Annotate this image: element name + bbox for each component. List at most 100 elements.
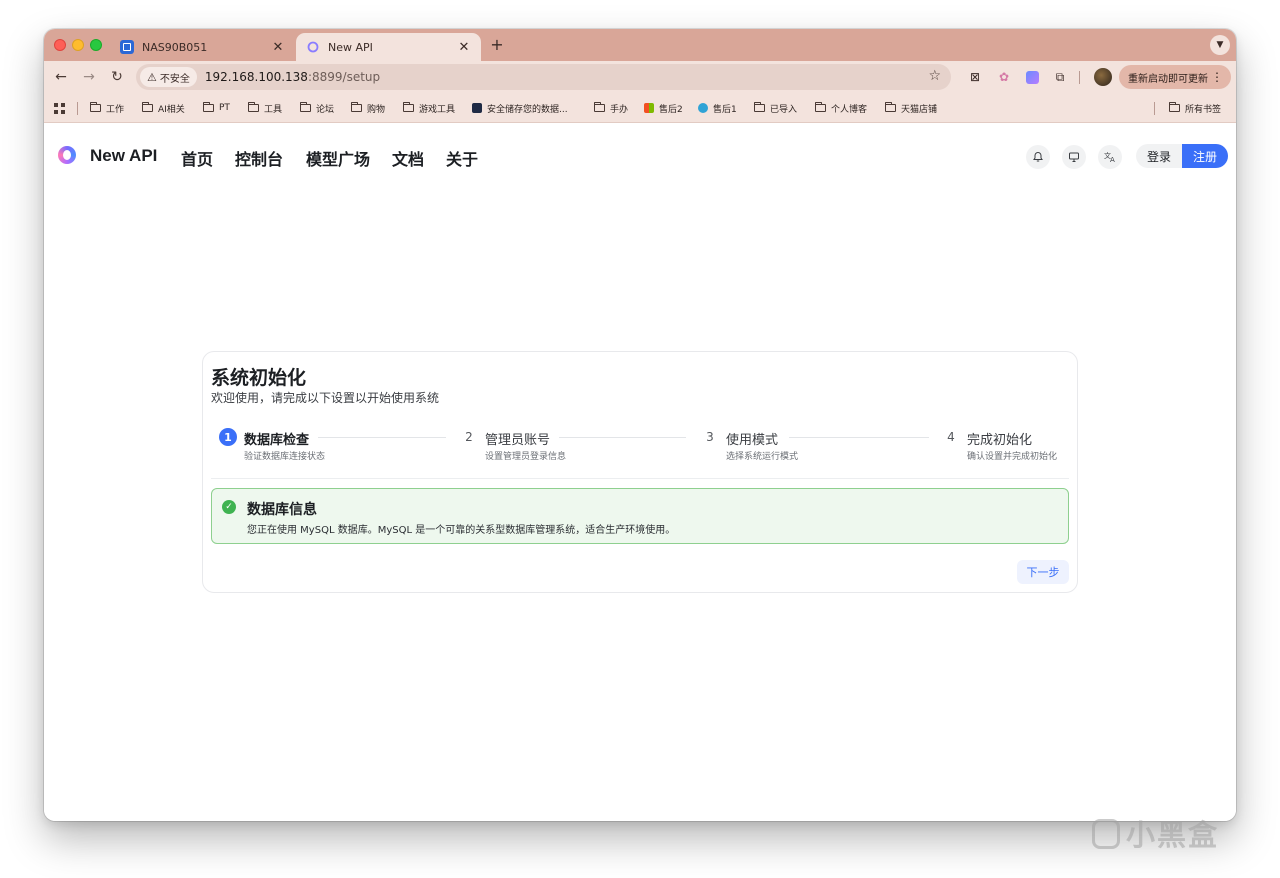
setup-card: 系统初始化 欢迎使用，请完成以下设置以开始使用系统 1 数据库检查 验证数据库连… (202, 351, 1078, 593)
new-api-logo-icon (306, 40, 320, 54)
folder-icon (90, 102, 101, 112)
nav-home[interactable]: 首页 (181, 146, 213, 170)
bell-icon[interactable] (1026, 145, 1050, 169)
folder-icon (754, 102, 765, 112)
monitor-icon[interactable] (1062, 145, 1086, 169)
back-arrow-icon[interactable]: ← (52, 68, 70, 86)
folder-icon (203, 102, 214, 112)
step-connector (559, 437, 686, 438)
step-label: 管理员账号 (485, 433, 551, 448)
browser-tab-new-api[interactable]: New API ✕ (296, 33, 481, 61)
bookmark-folder[interactable]: 个人博客 (815, 101, 867, 115)
bookmark-link[interactable]: 安全储存您的数据... (472, 101, 568, 115)
extension-icon[interactable]: ✿ (996, 69, 1012, 85)
step-database-check: 1 数据库检查 验证数据库连接状态 (219, 428, 325, 462)
security-indicator[interactable]: ⚠ 不安全 (140, 67, 197, 87)
nas-icon (120, 40, 134, 54)
bookmarks-bar: 工作 AI相关 PT 工具 论坛 购物 游戏工具 安全储存您的数据... 手办 … (44, 93, 1236, 123)
update-button[interactable]: 重新启动即可更新 ⋮ (1119, 65, 1231, 89)
folder-icon (815, 102, 826, 112)
tab-title: New API (328, 40, 373, 54)
shield-icon (472, 103, 482, 113)
watermark: 小黑盒 (1092, 812, 1219, 854)
bookmark-folder[interactable]: 已导入 (754, 101, 797, 115)
bookmark-folder[interactable]: 游戏工具 (403, 101, 455, 115)
minimize-window-button[interactable] (72, 39, 84, 51)
extension-icon[interactable] (1024, 69, 1040, 85)
bookmark-folder[interactable]: 工具 (248, 101, 282, 115)
next-step-button[interactable]: 下一步 (1017, 560, 1069, 584)
service-icon (698, 103, 708, 113)
update-label: 重新启动即可更新 (1128, 73, 1208, 85)
url-path: :8899/setup (307, 70, 381, 84)
close-window-button[interactable] (54, 39, 66, 51)
folder-icon (300, 102, 311, 112)
page-title: 系统初始化 (211, 367, 307, 389)
folder-icon (142, 102, 153, 112)
all-bookmarks[interactable]: 所有书签 (1169, 101, 1221, 115)
nav-about[interactable]: 关于 (446, 146, 478, 170)
apps-grid-icon[interactable] (54, 103, 65, 114)
bookmark-link[interactable]: 售后1 (698, 101, 737, 115)
address-bar[interactable]: ⚠ 不安全 192.168.100.138 :8899/setup ☆ (136, 64, 951, 90)
new-api-logo-icon[interactable] (58, 146, 76, 164)
step-label: 完成初始化 (967, 433, 1033, 448)
folder-icon (885, 102, 896, 112)
bookmark-folder[interactable]: 天猫店铺 (885, 101, 937, 115)
step-finish-init: 4 完成初始化 确认设置并完成初始化 (942, 428, 1062, 462)
folder-icon (403, 102, 414, 112)
database-info-banner: ✓ 数据库信息 您正在使用 MySQL 数据库。MySQL 是一个可靠的关系型数… (211, 488, 1069, 544)
page-subtitle: 欢迎使用，请完成以下设置以开始使用系统 (211, 391, 440, 405)
step-connector (789, 437, 929, 438)
close-icon[interactable]: ✕ (271, 40, 285, 55)
site-header: New API 首页 控制台 模型广场 文档 关于 文A 登录 注册 (44, 124, 1236, 184)
folder-icon (1169, 102, 1180, 112)
bookmark-folder[interactable]: 购物 (351, 101, 385, 115)
check-circle-icon: ✓ (222, 500, 236, 514)
step-connector (318, 437, 446, 438)
step-number: 2 (465, 430, 473, 444)
chevron-down-icon[interactable]: ▼ (1210, 35, 1230, 55)
url-host: 192.168.100.138 (204, 70, 308, 84)
browser-window: NAS90B051 ✕ New API ✕ + ▼ ← → ↻ ⚠ 不安全 19… (44, 29, 1236, 821)
browser-tab-nas[interactable]: NAS90B051 ✕ (110, 33, 295, 61)
watermark-logo-icon (1092, 819, 1120, 849)
tab-strip: NAS90B051 ✕ New API ✕ + ▼ (44, 29, 1236, 61)
bookmark-folder[interactable]: 工作 (90, 101, 124, 115)
step-number: 3 (706, 430, 714, 444)
step-description: 确认设置并完成初始化 (967, 452, 1058, 462)
bookmark-folder[interactable]: 手办 (594, 101, 628, 115)
bookmark-folder[interactable]: PT (203, 101, 230, 115)
brand-name[interactable]: New API (90, 146, 157, 166)
nav-docs[interactable]: 文档 (392, 146, 424, 170)
zoom-window-button[interactable] (90, 39, 102, 51)
translate-icon[interactable]: 文A (1098, 145, 1122, 169)
close-icon[interactable]: ✕ (457, 40, 471, 55)
puzzle-icon[interactable]: ⧉ (1052, 69, 1068, 85)
bookmark-folder[interactable]: AI相关 (142, 101, 185, 115)
security-label: 不安全 (159, 73, 190, 85)
step-description: 选择系统运行模式 (726, 452, 799, 462)
forward-arrow-icon[interactable]: → (80, 68, 98, 86)
step-label: 使用模式 (726, 433, 779, 448)
nav-console[interactable]: 控制台 (235, 146, 283, 170)
login-button[interactable]: 登录 (1136, 144, 1182, 168)
new-tab-icon[interactable]: + (488, 35, 506, 54)
step-label: 数据库检查 (244, 433, 310, 448)
more-icon: ⋮ (1211, 70, 1223, 84)
folder-icon (351, 102, 362, 112)
step-number: 4 (947, 430, 955, 444)
svg-text:A: A (1110, 156, 1115, 163)
bookmark-star-icon[interactable]: ☆ (928, 68, 941, 84)
profile-avatar[interactable] (1094, 68, 1112, 86)
register-button[interactable]: 注册 (1182, 144, 1228, 168)
tab-title: NAS90B051 (142, 40, 208, 54)
bookmark-folder[interactable]: 论坛 (300, 101, 334, 115)
page-content: New API 首页 控制台 模型广场 文档 关于 文A 登录 注册 系统初始化… (44, 124, 1236, 821)
reload-icon[interactable]: ↻ (108, 68, 126, 86)
bookmark-link[interactable]: 售后2 (644, 101, 683, 115)
folder-icon (248, 102, 259, 112)
info-title: 数据库信息 (247, 502, 317, 518)
nav-model-square[interactable]: 模型广场 (306, 146, 370, 170)
extension-icon[interactable]: ⊠ (967, 69, 983, 85)
